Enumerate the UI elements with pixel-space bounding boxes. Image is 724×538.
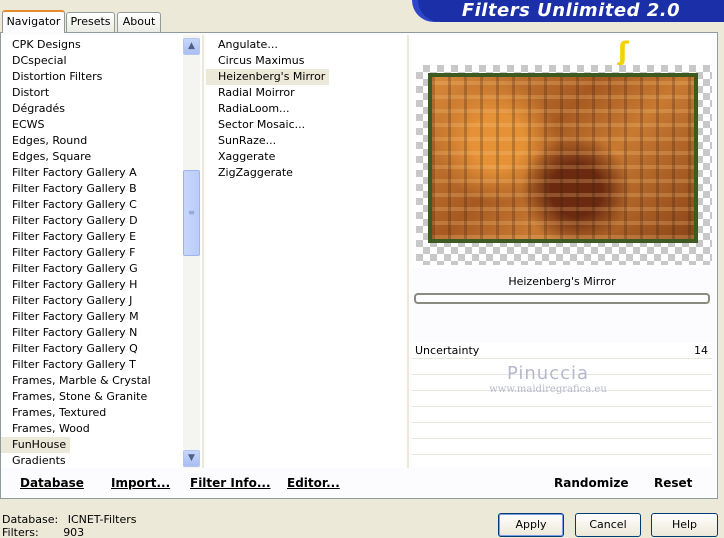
category-item[interactable]: ECWS [1,117,183,133]
database-value: ICNET-Filters [67,513,137,526]
database-label: Database: [2,513,59,526]
database-info: Database: ICNET-Filters [2,513,136,526]
category-list[interactable]: CPK Designs DCspecial Distortion Filters Di… [1,35,183,468]
category-item[interactable]: Filter Factory Gallery M [1,309,183,325]
divider [407,35,409,468]
category-item[interactable]: Dégradés [1,101,183,117]
category-item[interactable]: Frames, Marble & Crystal [1,373,183,389]
tab-presets[interactable]: Presets [66,12,115,32]
scroll-down-icon[interactable]: ▼ [183,450,200,467]
category-item[interactable]: Filter Factory Gallery C [1,197,183,213]
category-item[interactable]: Distort [1,85,183,101]
category-item[interactable]: Filter Factory Gallery G [1,261,183,277]
param-row-empty [412,423,712,439]
filter-list[interactable]: Angulate... Circus Maximus Heizenberg's Mi… [206,35,406,468]
preview-area[interactable]: ʃ [412,35,712,268]
category-item[interactable]: Frames, Wood [1,421,183,437]
filters-count: 903 [63,526,85,538]
category-item[interactable]: Distortion Filters [1,69,183,85]
filter-item[interactable]: Heizenberg's Mirror [206,69,330,85]
param-row-empty [412,391,712,407]
filter-item[interactable]: ZigZaggerate [206,165,406,181]
category-item[interactable]: FunHouse [1,437,71,453]
preview-filter-name: Heizenberg's Mirror [508,275,616,288]
category-scrollbar[interactable]: ▲ ≡ ▼ [183,35,200,468]
filter-item[interactable]: Xaggerate [206,149,406,165]
category-item[interactable]: Filter Factory Gallery H [1,277,183,293]
param-row-empty [412,407,712,423]
scroll-up-icon[interactable]: ▲ [183,38,200,55]
apply-button[interactable]: Apply [498,513,564,537]
filter-item[interactable]: SunRaze... [206,133,406,149]
preview-image [428,73,698,243]
filter-item[interactable]: Circus Maximus [206,53,406,69]
filter-item[interactable]: RadiaLoom... [206,101,406,117]
reset-button[interactable]: Reset [654,474,692,492]
editor-button[interactable]: Editor... [287,474,340,492]
scroll-thumb[interactable]: ≡ [183,170,200,256]
app-title: Filters Unlimited 2.0 [412,0,724,22]
import-button[interactable]: Import... [111,474,170,492]
category-item[interactable]: Edges, Round [1,133,183,149]
category-item[interactable]: Filter Factory Gallery N [1,325,183,341]
filters-info: Filters: 903 [2,526,84,538]
category-item[interactable]: Filter Factory Gallery T [1,357,183,373]
param-row[interactable]: Uncertainty 14 [412,343,712,359]
cancel-button[interactable]: Cancel [575,513,641,537]
tab-about[interactable]: About [117,12,161,32]
category-item[interactable]: Filter Factory Gallery F [1,245,183,261]
filter-item[interactable]: Sector Mosaic... [206,117,406,133]
category-item[interactable]: Filter Factory Gallery D [1,213,183,229]
randomize-button[interactable]: Randomize [554,474,628,492]
param-name: Uncertainty [415,344,480,357]
category-item[interactable]: Filter Factory Gallery J [1,293,183,309]
category-item[interactable]: Frames, Stone & Granite [1,389,183,405]
filter-item[interactable]: Angulate... [206,37,406,53]
filters-label: Filters: [2,526,39,538]
param-row-empty [412,359,712,375]
parameter-list: Uncertainty 14 [412,343,712,467]
pointing-hand-icon[interactable]: ʃ [618,37,636,67]
filter-info-button[interactable]: Filter Info... [190,474,271,492]
category-item[interactable]: Filter Factory Gallery A [1,165,183,181]
tab-navigator[interactable]: Navigator [2,10,65,33]
param-value: 14 [694,344,708,357]
category-item[interactable]: CPK Designs [1,37,183,53]
param-row-empty [412,375,712,391]
category-item[interactable]: Frames, Textured [1,405,183,421]
divider [202,35,204,468]
database-button[interactable]: Database [20,474,84,492]
progress-bar [414,293,710,304]
category-item[interactable]: Filter Factory Gallery Q [1,341,183,357]
category-item[interactable]: Edges, Square [1,149,183,165]
category-item[interactable]: Filter Factory Gallery B [1,181,183,197]
filter-item[interactable]: Radial Moirror [206,85,406,101]
category-item[interactable]: Filter Factory Gallery E [1,229,183,245]
help-button[interactable]: Help [651,513,718,537]
param-row-empty [412,439,712,455]
category-item[interactable]: DCspecial [1,53,183,69]
category-item[interactable]: Gradients [1,453,183,468]
